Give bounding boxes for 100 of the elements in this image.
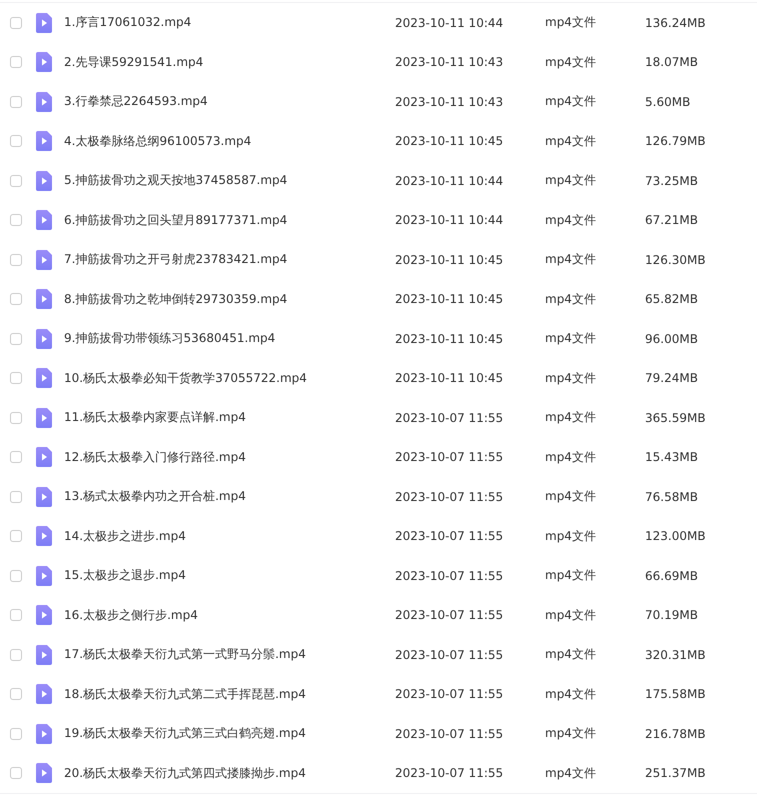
video-file-icon: [36, 52, 52, 72]
file-size: 73.25MB: [645, 174, 698, 188]
video-file-icon: [36, 486, 52, 507]
modified-date: 2023-10-07 11:55: [395, 687, 504, 702]
file-size: 123.00MB: [645, 529, 706, 544]
modified-date: 2023-10-07 11:55: [395, 608, 504, 622]
file-type: mp4文件: [545, 528, 597, 545]
file-name[interactable]: 3.行拳禁忌2264593.mp4: [64, 93, 395, 110]
modified-date: 2023-10-11 10:43: [395, 55, 504, 70]
file-name[interactable]: 12.杨氏太极拳入门修行路径.mp4: [64, 448, 395, 466]
video-file-icon: [36, 170, 52, 191]
checkbox[interactable]: [10, 16, 22, 29]
checkbox[interactable]: [10, 648, 22, 661]
file-size: 67.21MB: [645, 213, 698, 228]
file-name[interactable]: 19.杨氏太极拳天衍九式第三式白鹤亮翅.mp4: [64, 725, 395, 742]
file-size: 126.79MB: [645, 134, 706, 148]
checkbox[interactable]: [10, 688, 22, 700]
video-file-icon: [36, 684, 52, 704]
checkbox[interactable]: [10, 56, 22, 68]
modified-date: 2023-10-07 11:55: [395, 726, 504, 741]
checkbox[interactable]: [10, 490, 22, 503]
file-type: mp4文件: [545, 725, 597, 742]
video-file-icon: [36, 644, 52, 665]
checkbox[interactable]: [10, 451, 22, 464]
checkbox[interactable]: [10, 214, 22, 226]
video-file-icon: [36, 408, 52, 428]
checkbox[interactable]: [10, 609, 22, 622]
video-file-icon: [36, 447, 52, 468]
video-file-icon: [36, 289, 52, 310]
file-size: 251.37MB: [645, 766, 706, 780]
file-name[interactable]: 1.序言17061032.mp4: [64, 14, 395, 32]
checkbox[interactable]: [10, 254, 22, 266]
video-file-icon: [36, 328, 52, 349]
file-size: 126.30MB: [645, 252, 706, 267]
file-name[interactable]: 17.杨氏太极拳天衍九式第一式野马分鬃.mp4: [64, 646, 395, 664]
file-type: mp4文件: [545, 606, 597, 624]
checkbox[interactable]: [10, 135, 22, 148]
checkbox[interactable]: [10, 728, 22, 740]
file-type: mp4文件: [545, 172, 597, 190]
file-type: mp4文件: [545, 686, 597, 703]
file-size: 136.24MB: [645, 16, 706, 30]
modified-date: 2023-10-11 10:45: [395, 371, 504, 386]
checkbox[interactable]: [10, 412, 22, 424]
checkbox[interactable]: [10, 767, 22, 780]
modified-date: 2023-10-11 10:45: [395, 332, 504, 346]
video-file-icon: [36, 605, 52, 626]
file-name[interactable]: 7.抻筋拔骨功之开弓射虎23783421.mp4: [64, 251, 395, 268]
video-file-icon: [36, 92, 52, 112]
file-name[interactable]: 6.抻筋拔骨功之回头望月89177371.mp4: [64, 212, 395, 229]
modified-date: 2023-10-11 10:44: [395, 174, 504, 188]
file-size: 216.78MB: [645, 726, 706, 741]
file-name[interactable]: 18.杨氏太极拳天衍九式第二式手挥琵琶.mp4: [64, 686, 395, 703]
file-size: 79.24MB: [645, 371, 698, 386]
video-file-icon: [36, 368, 52, 388]
video-file-icon: [36, 763, 52, 784]
checkbox[interactable]: [10, 174, 22, 187]
modified-date: 2023-10-11 10:45: [395, 292, 504, 306]
video-file-icon: [36, 131, 52, 152]
checkbox[interactable]: [10, 293, 22, 306]
modified-date: 2023-10-11 10:45: [395, 134, 504, 148]
file-size: 65.82MB: [645, 292, 698, 306]
file-size: 66.69MB: [645, 568, 698, 583]
modified-date: 2023-10-07 11:55: [395, 568, 504, 583]
file-name[interactable]: 9.抻筋拔骨功带领练习53680451.mp4: [64, 330, 395, 348]
modified-date: 2023-10-07 11:55: [395, 410, 504, 425]
file-name[interactable]: 5.抻筋拔骨功之观天按地37458587.mp4: [64, 172, 395, 190]
file-name[interactable]: 20.杨氏太极拳天衍九式第四式搂膝拗步.mp4: [64, 764, 395, 782]
file-type: mp4文件: [545, 646, 597, 664]
file-name[interactable]: 8.抻筋拔骨功之乾坤倒转29730359.mp4: [64, 290, 395, 308]
file-type: mp4文件: [545, 764, 597, 782]
checkbox[interactable]: [10, 530, 22, 542]
modified-date: 2023-10-07 11:55: [395, 529, 504, 544]
file-size: 18.07MB: [645, 55, 698, 70]
checkbox[interactable]: [10, 332, 22, 345]
modified-date: 2023-10-07 11:55: [395, 648, 504, 662]
video-file-icon: [36, 724, 52, 744]
file-name[interactable]: 2.先导课59291541.mp4: [64, 54, 395, 71]
modified-date: 2023-10-11 10:44: [395, 16, 504, 30]
file-name[interactable]: 16.太极步之侧行步.mp4: [64, 606, 395, 624]
file-name[interactable]: 13.杨式太极拳内功之开合桩.mp4: [64, 488, 395, 506]
file-name[interactable]: 15.太极步之退步.mp4: [64, 567, 395, 584]
file-name[interactable]: 11.杨氏太极拳内家要点详解.mp4: [64, 409, 395, 426]
file-type: mp4文件: [545, 330, 597, 348]
file-name[interactable]: 4.太极拳脉络总纲96100573.mp4: [64, 132, 395, 150]
video-file-icon: [36, 566, 52, 586]
checkbox[interactable]: [10, 96, 22, 108]
file-type: mp4文件: [545, 448, 597, 466]
file-type: mp4文件: [545, 212, 597, 229]
file-type: mp4文件: [545, 409, 597, 426]
file-size: 76.58MB: [645, 490, 698, 504]
modified-date: 2023-10-07 11:55: [395, 490, 504, 504]
file-name[interactable]: 14.太极步之进步.mp4: [64, 528, 395, 545]
checkbox[interactable]: [10, 570, 22, 582]
file-size: 5.60MB: [645, 94, 690, 109]
file-name[interactable]: 10.杨氏太极拳必知干货教学37055722.mp4: [64, 370, 395, 387]
file-type: mp4文件: [545, 93, 597, 110]
modified-date: 2023-10-11 10:43: [395, 94, 504, 109]
checkbox[interactable]: [10, 372, 22, 384]
file-size: 70.19MB: [645, 608, 698, 622]
file-size: 15.43MB: [645, 450, 698, 464]
